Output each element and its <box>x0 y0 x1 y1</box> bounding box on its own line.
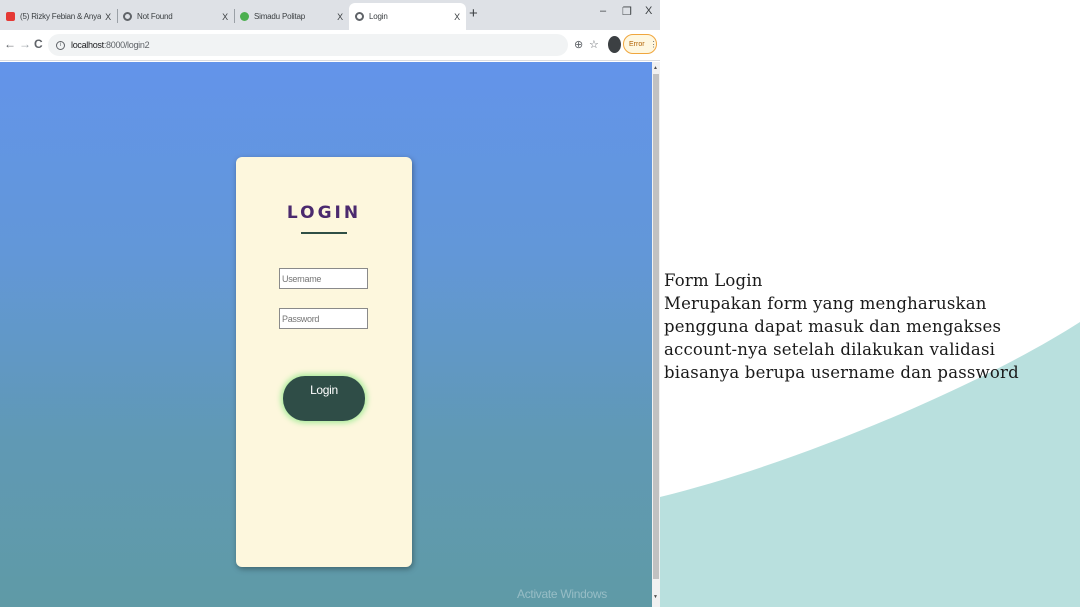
password-input[interactable] <box>279 308 368 329</box>
scroll-up-icon[interactable]: ▲ <box>653 65 658 71</box>
reload-button[interactable]: C <box>34 37 43 51</box>
youtube-icon <box>6 12 15 21</box>
scroll-down-icon[interactable]: ▼ <box>653 594 658 600</box>
scroll-thumb[interactable] <box>653 74 659 579</box>
tab-title: Not Found <box>137 12 173 21</box>
tab-login[interactable]: Login X <box>349 3 466 30</box>
close-tab-icon[interactable]: X <box>450 12 464 22</box>
zoom-icon[interactable]: ⊕ <box>574 38 583 51</box>
new-tab-button[interactable]: + <box>469 5 478 22</box>
tab-title: Login <box>369 12 388 21</box>
restore-button[interactable]: ❐ <box>622 5 632 18</box>
minimize-button[interactable]: – <box>600 5 606 17</box>
menu-dots-icon[interactable]: ⋮ <box>650 40 658 49</box>
close-tab-icon[interactable]: X <box>101 12 115 22</box>
slide-line: Merupakan form yang mengharuskan <box>664 294 987 313</box>
simadu-logo-icon <box>240 12 249 21</box>
site-info-icon[interactable]: i <box>56 40 65 50</box>
close-tab-icon[interactable]: X <box>218 12 232 22</box>
login-card: LOGIN Login <box>236 157 412 567</box>
page-viewport: LOGIN Login Activate Windows <box>0 62 652 607</box>
profile-avatar[interactable] <box>608 36 621 53</box>
login-button[interactable]: Login <box>283 376 365 421</box>
globe-icon <box>123 12 132 21</box>
slide-line: biasanya berupa username dan password <box>664 363 1019 382</box>
forward-button[interactable]: → <box>19 37 31 51</box>
login-title: LOGIN <box>286 203 362 223</box>
bookmark-star-icon[interactable]: ☆ <box>589 38 599 51</box>
tab-not-found[interactable]: Not Found X <box>117 3 234 30</box>
slide-line: account-nya setelah dilakukan validasi <box>664 340 996 359</box>
close-window-button[interactable]: X <box>645 5 652 17</box>
browser-window: (5) Rizky Febian & Anya Geraldine X Not … <box>0 0 660 607</box>
close-tab-icon[interactable]: X <box>333 12 347 22</box>
activate-windows-watermark: Activate Windows <box>517 587 607 601</box>
username-input[interactable] <box>279 268 368 289</box>
page-scrollbar[interactable]: ▲ ▼ <box>652 62 660 607</box>
address-bar[interactable]: i localhost:8000/login2 <box>48 34 568 56</box>
slide-heading: Form Login <box>664 271 763 290</box>
tab-title: (5) Rizky Febian & Anya Geraldine <box>20 12 101 21</box>
slide-line: pengguna dapat masuk dan mengakses <box>664 317 1002 336</box>
globe-icon <box>355 12 364 21</box>
error-label: Error <box>629 40 645 48</box>
address-url: localhost:8000/login2 <box>71 40 150 50</box>
browser-toolbar: ← → C i localhost:8000/login2 ⊕ ☆ <box>0 30 660 61</box>
error-button[interactable]: Error ⋮ <box>623 34 658 54</box>
slide-description: Form Login Merupakan form yang mengharus… <box>664 269 1074 384</box>
tab-title: Simadu Politap <box>254 12 306 21</box>
tab-bar: (5) Rizky Febian & Anya Geraldine X Not … <box>0 0 660 30</box>
title-underline <box>301 232 347 234</box>
back-button[interactable]: ← <box>4 37 16 51</box>
tab-simadu[interactable]: Simadu Politap X <box>234 3 349 30</box>
tab-youtube[interactable]: (5) Rizky Febian & Anya Geraldine X <box>0 3 117 30</box>
